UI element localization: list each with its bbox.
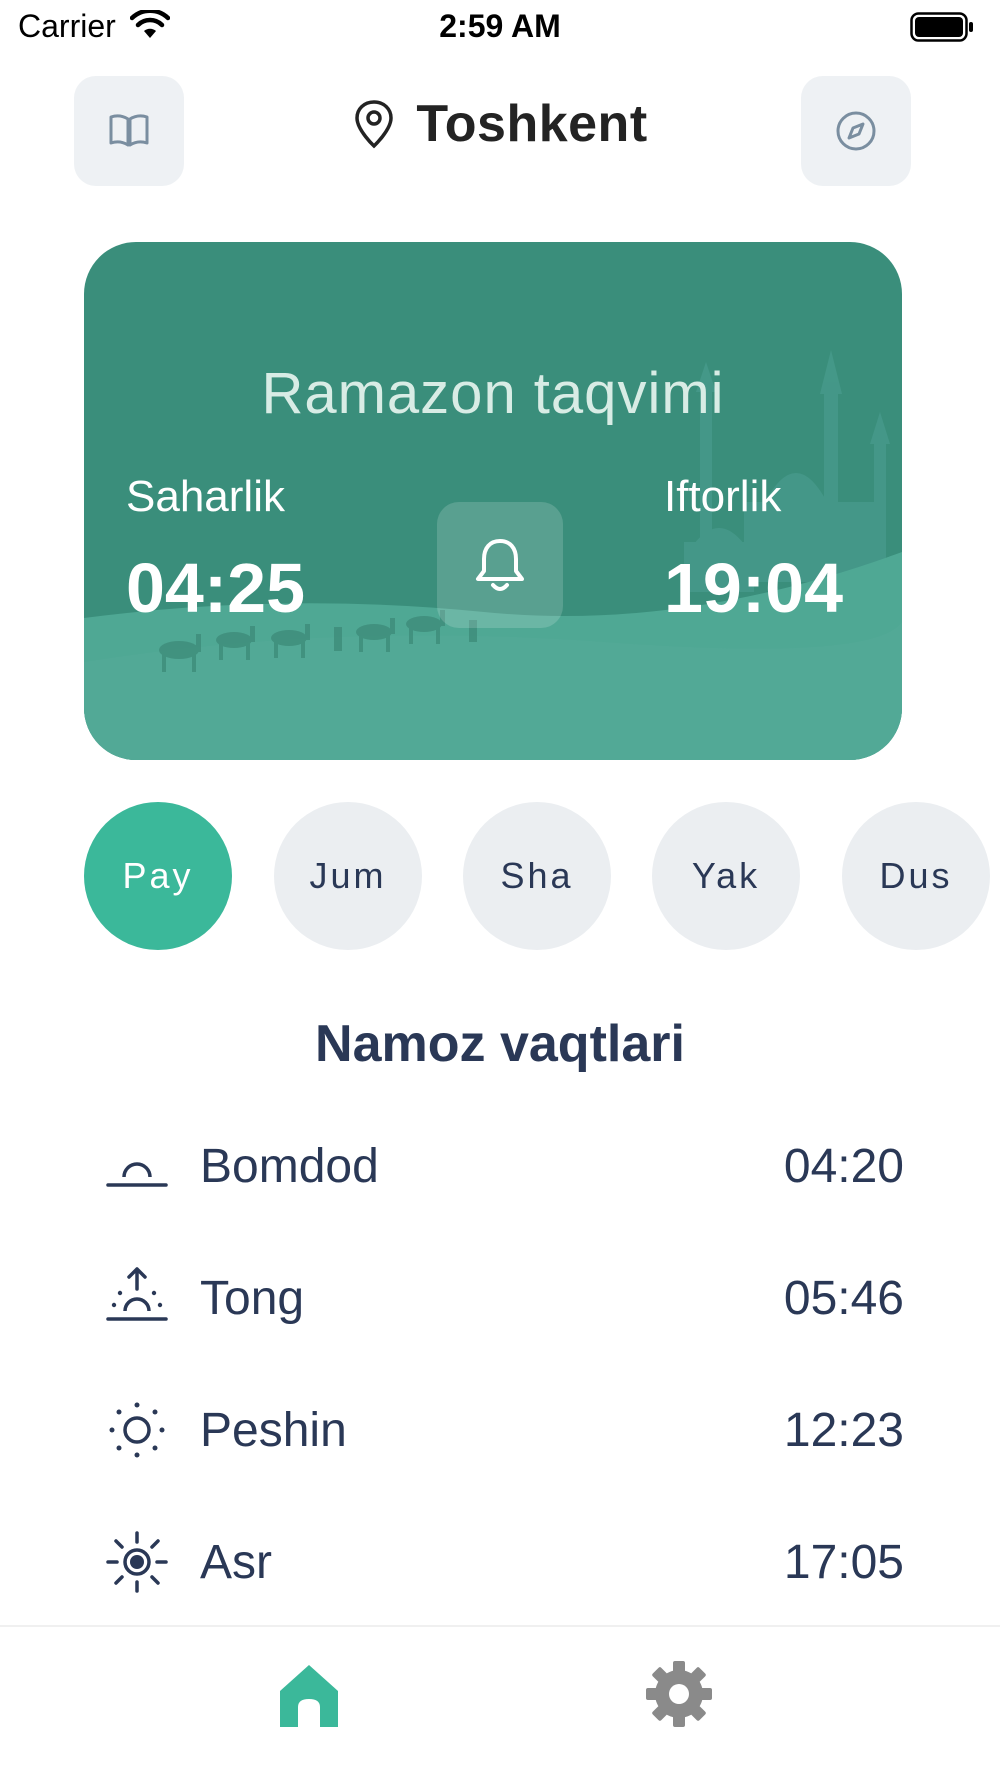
- prayer-row-asr[interactable]: Asr 17:05: [104, 1522, 904, 1602]
- sunrise-icon: [106, 1267, 168, 1321]
- sun-bright-icon: [106, 1531, 168, 1593]
- dawn-icon: [106, 1162, 168, 1187]
- sun-icon: [109, 1402, 165, 1458]
- home-icon[interactable]: [278, 1663, 340, 1729]
- tab-bar: [0, 1625, 1000, 1778]
- day-pill-dus[interactable]: Dus: [842, 802, 990, 950]
- prayer-name: Peshin: [200, 1403, 347, 1457]
- iftorlik-time: 19:04: [664, 549, 844, 627]
- battery-icon: [910, 12, 973, 42]
- prayer-time: 05:46: [783, 1271, 904, 1325]
- prayer-time: 12:23: [783, 1403, 904, 1457]
- prayer-name: Bomdod: [200, 1139, 379, 1193]
- prayer-row-tong[interactable]: Tong 05:46: [104, 1258, 904, 1338]
- day-pill-yak[interactable]: Yak: [652, 802, 800, 950]
- prayer-row-peshin[interactable]: Peshin 12:23: [104, 1390, 904, 1470]
- saharlik-time: 04:25: [126, 549, 306, 627]
- prayer-name: Tong: [200, 1271, 305, 1325]
- notification-bell-button[interactable]: [437, 502, 563, 628]
- status-time: 2:59 AM: [439, 8, 561, 44]
- day-pill-jum[interactable]: Jum: [274, 802, 422, 950]
- prayer-row-bomdod[interactable]: Bomdod 04:20: [104, 1126, 904, 1206]
- prayer-time: 04:20: [783, 1139, 904, 1193]
- bell-icon: [476, 539, 524, 591]
- map-pin-icon: [355, 100, 394, 149]
- prayer-time: 17:05: [783, 1535, 904, 1589]
- compass-icon: [836, 111, 876, 151]
- day-pill-sha[interactable]: Sha: [463, 802, 611, 950]
- day-pill-pay[interactable]: Pay: [84, 802, 232, 950]
- qibla-compass-button[interactable]: [801, 76, 911, 186]
- saharlik-label: Saharlik: [126, 472, 285, 521]
- prayer-times-title: Namoz vaqtlari: [315, 1015, 685, 1073]
- status-bar: Carrier 2:59 AM: [0, 0, 1000, 56]
- prayer-name: Asr: [200, 1535, 272, 1589]
- ramadan-calendar-card[interactable]: Ramazon taqvimi Saharlik 04:25 Iftorlik …: [84, 242, 902, 760]
- card-title: Ramazon taqvimi: [261, 361, 725, 426]
- gear-icon[interactable]: [644, 1659, 714, 1729]
- city-name: Toshkent: [416, 95, 648, 153]
- iftorlik-label: Iftorlik: [664, 472, 782, 521]
